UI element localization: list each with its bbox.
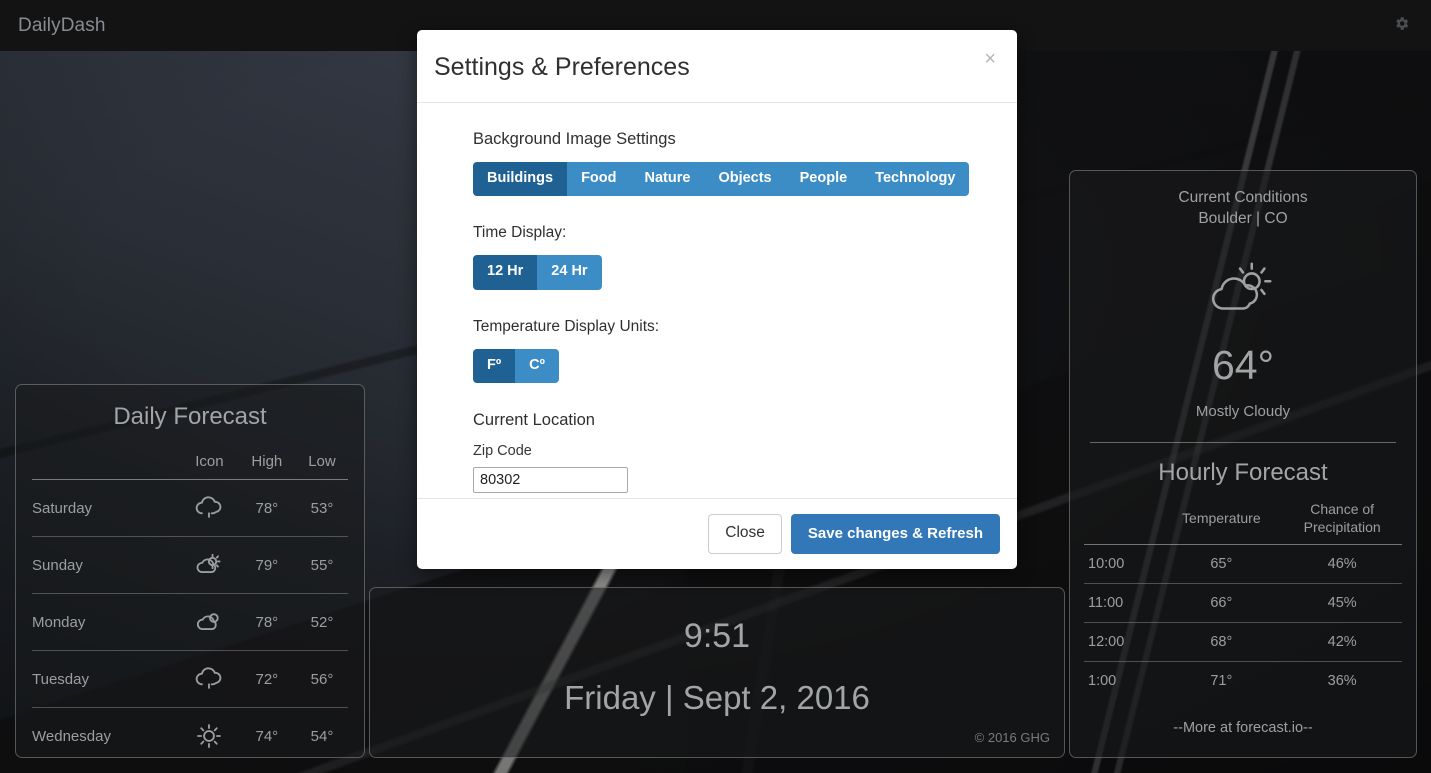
temperature-units-button-group: Fº Cº xyxy=(473,348,559,384)
category-button-technology[interactable]: Technology xyxy=(861,162,970,197)
category-button-objects[interactable]: Objects xyxy=(704,162,786,197)
background-settings-label: Background Image Settings xyxy=(473,130,676,148)
modal-title: Settings & Preferences xyxy=(434,53,690,81)
close-button[interactable]: Close xyxy=(708,514,782,554)
temperature-units-label: Temperature Display Units: xyxy=(473,317,660,335)
background-category-button-group: Buildings Food Nature Objects People Technolo… xyxy=(473,162,970,197)
zip-code-label: Zip Code xyxy=(473,443,532,460)
time-option-12-hr[interactable]: 12 Hr xyxy=(473,255,538,290)
time-display-label: Time Display: xyxy=(473,224,567,242)
time-option-24-hr[interactable]: 24 Hr xyxy=(537,255,602,290)
time-display-button-group: 12 Hr 24 Hr xyxy=(473,255,602,290)
settings-modal: Settings & Preferences × Background Imag… xyxy=(417,30,1017,569)
modal-footer: Close Save changes & Refresh xyxy=(417,498,1017,569)
current-location-label: Current Location xyxy=(473,411,595,430)
category-button-people[interactable]: People xyxy=(785,162,862,197)
temp-unit-option-c[interactable]: Cº xyxy=(515,348,559,384)
modal-header: Settings & Preferences × xyxy=(417,30,1017,103)
save-changes-button[interactable]: Save changes & Refresh xyxy=(790,514,1000,554)
close-icon[interactable]: × xyxy=(978,45,1002,73)
category-button-buildings[interactable]: Buildings xyxy=(473,162,568,197)
modal-body: Background Image Settings Buildings Food N… xyxy=(417,103,1017,498)
temp-unit-option-f[interactable]: Fº xyxy=(473,348,516,384)
category-button-nature[interactable]: Nature xyxy=(630,162,705,197)
zip-code-input[interactable] xyxy=(473,467,628,494)
category-button-food[interactable]: Food xyxy=(567,162,631,197)
